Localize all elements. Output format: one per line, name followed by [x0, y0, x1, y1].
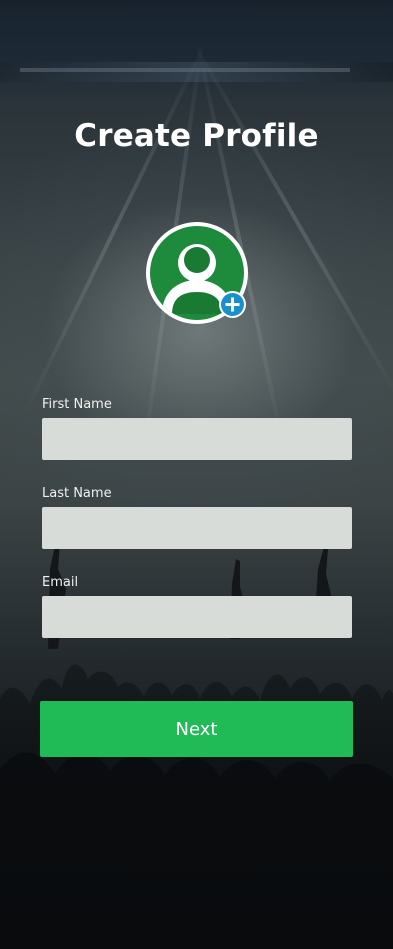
email-field[interactable]: [42, 596, 352, 638]
next-button[interactable]: Next: [40, 701, 353, 757]
first-name-label: First Name: [42, 397, 112, 412]
last-name-field[interactable]: [42, 507, 352, 549]
last-name-label: Last Name: [42, 486, 112, 501]
add-photo-icon[interactable]: [219, 291, 246, 318]
email-label: Email: [42, 575, 79, 590]
avatar-upload[interactable]: [146, 222, 248, 324]
first-name-field[interactable]: [42, 418, 352, 460]
stage-truss-light: [20, 68, 350, 72]
page-title: Create Profile: [74, 118, 319, 154]
